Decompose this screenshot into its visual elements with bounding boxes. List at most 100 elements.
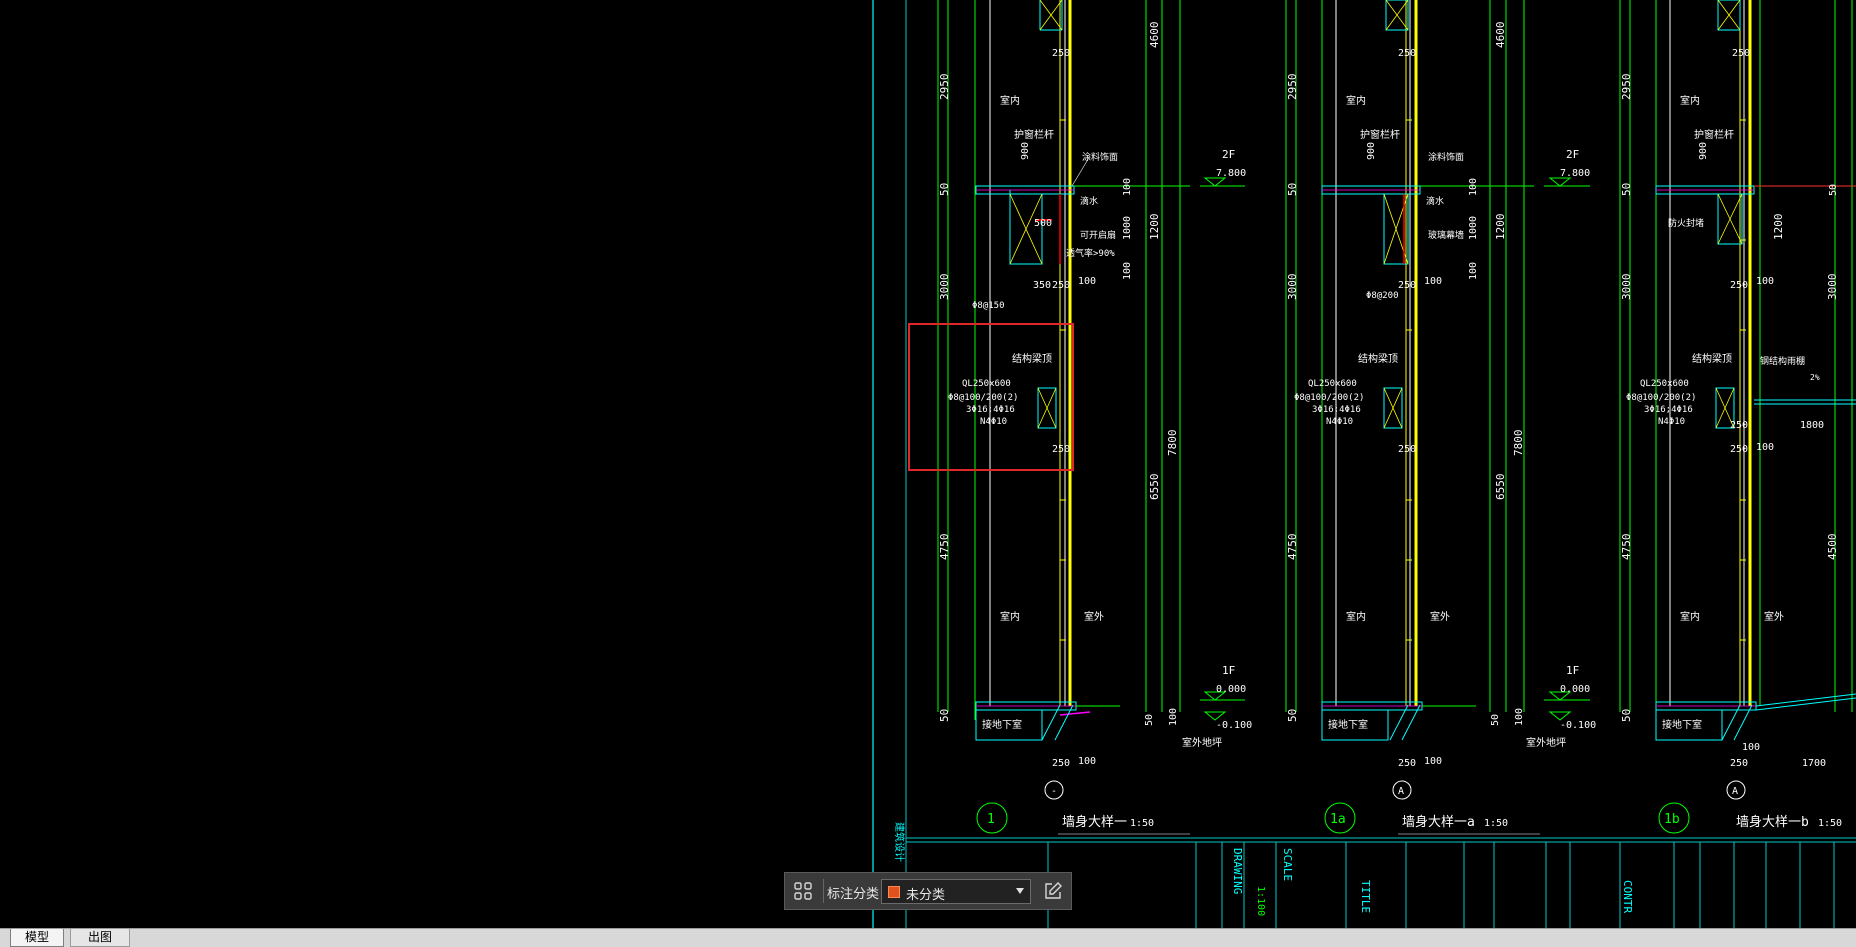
annotation-toolbar: 标注分类 未分类 <box>784 872 1072 910</box>
category-color-swatch <box>888 886 900 898</box>
toolbar-separator <box>823 879 824 903</box>
tab-plot[interactable]: 出图 <box>70 929 130 947</box>
svg-text:250: 250 <box>1730 420 1748 431</box>
detail-1a: 2F 7.800 1F 0.000 -0.100 室外地坪 2950 50 30… <box>1285 0 1596 835</box>
svg-text:100: 100 <box>1468 262 1479 280</box>
svg-text:室内: 室内 <box>1000 610 1020 623</box>
svg-text:1:50: 1:50 <box>1130 818 1154 829</box>
svg-text:2F: 2F <box>1222 148 1235 161</box>
svg-text:1200: 1200 <box>1494 214 1507 241</box>
svg-text:Φ8@150: Φ8@150 <box>972 301 1005 311</box>
svg-text:50: 50 <box>1286 709 1299 722</box>
svg-text:50: 50 <box>1620 183 1633 196</box>
svg-text:Φ8@100/200(2): Φ8@100/200(2) <box>1294 393 1364 403</box>
svg-text:玻璃幕墙: 玻璃幕墙 <box>1428 229 1464 241</box>
svg-text:室内: 室内 <box>1346 610 1366 623</box>
tab-model[interactable]: 模型 <box>10 929 64 947</box>
selection-box[interactable] <box>908 323 1074 471</box>
svg-text:可开启扇: 可开启扇 <box>1080 229 1116 241</box>
svg-text:室内: 室内 <box>1000 94 1020 107</box>
svg-text:-0.100: -0.100 <box>1560 720 1596 731</box>
svg-text:1000: 1000 <box>1122 216 1133 240</box>
svg-text:250: 250 <box>1052 280 1070 291</box>
svg-text:建筑设计: 建筑设计 <box>893 822 906 862</box>
svg-text:室外: 室外 <box>1764 610 1784 623</box>
chevron-down-icon <box>1016 888 1024 894</box>
svg-text:4600: 4600 <box>1148 22 1161 49</box>
svg-text:4750: 4750 <box>938 534 951 561</box>
svg-text:3Φ16;4Φ16: 3Φ16;4Φ16 <box>1644 405 1693 415</box>
svg-text:结构梁顶: 结构梁顶 <box>1358 352 1398 365</box>
svg-text:钢结构雨棚: 钢结构雨棚 <box>1760 355 1805 367</box>
svg-text:2950: 2950 <box>938 74 951 101</box>
svg-text:1000: 1000 <box>1468 216 1479 240</box>
svg-text:墙身大样一b: 墙身大样一b <box>1736 814 1809 830</box>
svg-text:室外: 室外 <box>1430 610 1450 623</box>
svg-text:CONTR: CONTR <box>1621 880 1634 913</box>
svg-text:1:50: 1:50 <box>1818 818 1842 829</box>
svg-text:250: 250 <box>1730 280 1748 291</box>
svg-text:250: 250 <box>1398 758 1416 769</box>
svg-text:900: 900 <box>1366 142 1377 160</box>
svg-text:SCALE: SCALE <box>1281 848 1294 881</box>
svg-text:100: 100 <box>1756 442 1774 453</box>
svg-text:100: 100 <box>1078 276 1096 287</box>
svg-text:室外: 室外 <box>1084 610 1104 623</box>
svg-text:墙身大样一a: 墙身大样一a <box>1402 814 1475 830</box>
svg-text:1a: 1a <box>1330 812 1346 827</box>
svg-text:50: 50 <box>938 183 951 196</box>
svg-text:1b: 1b <box>1664 812 1680 827</box>
svg-text:护窗栏杆: 护窗栏杆 <box>1360 128 1400 141</box>
svg-text:2950: 2950 <box>1286 74 1299 101</box>
svg-text:护窗栏杆: 护窗栏杆 <box>1694 128 1734 141</box>
svg-text:100: 100 <box>1424 756 1442 767</box>
svg-text:TITLE: TITLE <box>1359 880 1372 913</box>
svg-text:DRAWING: DRAWING <box>1231 848 1244 894</box>
svg-text:涂料饰面: 涂料饰面 <box>1428 151 1464 163</box>
svg-text:1:50: 1:50 <box>1484 818 1508 829</box>
svg-text:透气率>90%: 透气率>90% <box>1066 247 1115 259</box>
svg-text:500: 500 <box>1034 218 1052 229</box>
svg-text:N4Φ10: N4Φ10 <box>1658 417 1685 427</box>
svg-text:900: 900 <box>1698 142 1709 160</box>
svg-text:6550: 6550 <box>1494 474 1507 501</box>
svg-text:350: 350 <box>1033 280 1051 291</box>
svg-text:250: 250 <box>1398 48 1416 59</box>
svg-text:QL250x600: QL250x600 <box>1640 379 1689 389</box>
svg-text:室外地坪: 室外地坪 <box>1526 736 1566 749</box>
svg-text:100: 100 <box>1514 708 1525 726</box>
svg-text:250: 250 <box>1052 758 1070 769</box>
category-select[interactable]: 未分类 <box>881 879 1031 904</box>
svg-text:2950: 2950 <box>1620 74 1633 101</box>
svg-text:接地下室: 接地下室 <box>1328 718 1368 731</box>
svg-text:涂料饰面: 涂料饰面 <box>1082 151 1118 163</box>
svg-text:滴水: 滴水 <box>1426 195 1444 207</box>
svg-text:100: 100 <box>1122 178 1133 196</box>
svg-text:250: 250 <box>1732 48 1750 59</box>
svg-text:室外地坪: 室外地坪 <box>1182 736 1222 749</box>
svg-text:接地下室: 接地下室 <box>1662 718 1702 731</box>
svg-text:4750: 4750 <box>1620 534 1633 561</box>
svg-text:1:100: 1:100 <box>1255 886 1266 916</box>
svg-text:2F: 2F <box>1566 148 1579 161</box>
layout-tab-bar: 模型 出图 <box>0 928 1856 947</box>
svg-text:N4Φ10: N4Φ10 <box>1326 417 1353 427</box>
svg-text:100: 100 <box>1424 276 1442 287</box>
svg-text:6550: 6550 <box>1148 474 1161 501</box>
edit-icon[interactable] <box>1041 879 1065 903</box>
svg-text:7.800: 7.800 <box>1216 168 1246 179</box>
svg-text:4750: 4750 <box>1286 534 1299 561</box>
svg-text:1800: 1800 <box>1800 420 1824 431</box>
svg-text:结构梁顶: 结构梁顶 <box>1692 352 1732 365</box>
svg-text:1: 1 <box>987 812 995 827</box>
grid-icon[interactable] <box>791 879 815 903</box>
svg-text:100: 100 <box>1078 756 1096 767</box>
drawing-canvas[interactable]: 2F 7.800 1F 0.000 -0.100 室外地坪 2950 50 30… <box>0 0 1856 928</box>
svg-text:防火封堵: 防火封堵 <box>1668 217 1704 229</box>
svg-text:接地下室: 接地下室 <box>982 718 1022 731</box>
svg-text:250: 250 <box>1398 280 1416 291</box>
svg-text:3Φ16;4Φ16: 3Φ16;4Φ16 <box>1312 405 1361 415</box>
svg-text:250: 250 <box>1730 758 1748 769</box>
svg-text:1F: 1F <box>1566 664 1579 677</box>
svg-text:墙身大样一: 墙身大样一 <box>1062 814 1127 830</box>
